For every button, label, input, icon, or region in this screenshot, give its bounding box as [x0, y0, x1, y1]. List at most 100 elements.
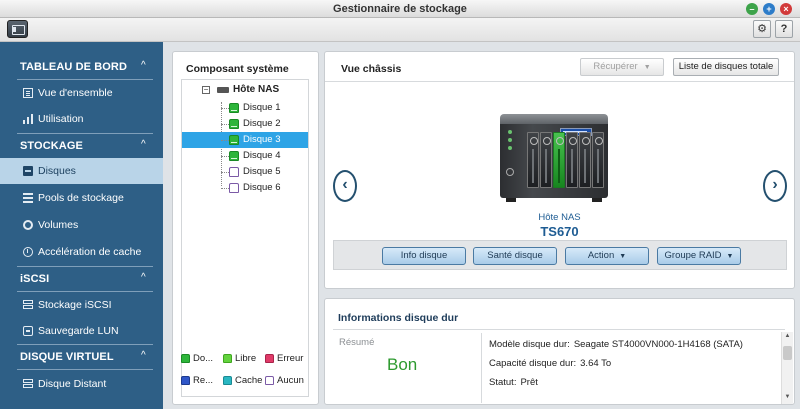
raid-group-dropdown[interactable]: Groupe RAID ▼ — [657, 247, 741, 265]
total-disk-list-button[interactable]: Liste de disques totale — [673, 58, 779, 76]
host-label: Hôte NAS — [538, 212, 581, 223]
settings-gear-icon[interactable]: ⚙ — [753, 20, 771, 38]
divider — [481, 333, 482, 403]
tree-item-label: Disque 4 — [243, 150, 281, 161]
disk-info-panel: Informations disque dur Résumé Bon Modèl… — [324, 298, 795, 405]
sidebar-item-label: Vue d'ensemble — [38, 87, 113, 99]
divider — [333, 329, 785, 330]
legend-label: Libre — [235, 353, 257, 364]
tree-item-label: Disque 1 — [243, 102, 281, 113]
storage-pool-icon — [23, 193, 33, 203]
sidebar-item-volumes[interactable]: Volumes — [0, 212, 163, 238]
legend-rebuild-icon — [181, 376, 190, 385]
disk-ok-icon — [229, 135, 239, 145]
legend-label: Cache — [235, 375, 263, 386]
disk-bay-5[interactable] — [579, 132, 591, 188]
info-row-status: Statut: Prêt — [489, 377, 538, 388]
action-dropdown[interactable]: Action ▼ — [565, 247, 649, 265]
sidebar-item-utilisation[interactable]: Utilisation — [0, 106, 163, 132]
section-title: DISQUE VIRTUEL — [20, 351, 114, 363]
system-component-panel: Composant système − Hôte NAS Disque 1 Di… — [172, 51, 319, 405]
next-arrow-icon[interactable]: › — [763, 170, 787, 202]
chevron-up-icon[interactable]: ^ — [141, 350, 146, 361]
tree-item-label: Disque 5 — [243, 166, 281, 177]
chevron-up-icon[interactable]: ^ — [141, 60, 146, 71]
vertical-scrollbar[interactable]: ▲ ▼ — [781, 332, 793, 404]
chevron-up-icon[interactable]: ^ — [141, 139, 146, 150]
section-title: STOCKAGE — [20, 140, 83, 152]
legend-label: Aucun — [277, 375, 304, 386]
tree-item-label: Disque 3 — [243, 134, 281, 145]
disk-bay-2[interactable] — [540, 132, 552, 188]
recover-dropdown[interactable]: Récupérer ▼ — [580, 58, 664, 76]
minimize-button[interactable]: – — [746, 3, 758, 15]
disk-health-button[interactable]: Santé disque — [473, 247, 557, 265]
disk-empty-icon — [229, 183, 239, 193]
disk-bay-4[interactable] — [566, 132, 578, 188]
sidebar-item-label: Sauvegarde LUN — [38, 325, 119, 337]
scroll-down-icon[interactable]: ▼ — [783, 394, 792, 402]
server-icon — [23, 300, 33, 310]
sidebar-item-stockage-iscsi[interactable]: Stockage iSCSI — [0, 292, 163, 318]
tree-item-disque-6[interactable]: Disque 6 — [182, 180, 308, 196]
disk-ok-icon — [229, 119, 239, 129]
section-iscsi[interactable]: iSCSI ^ — [0, 267, 163, 291]
sidebar-item-label: Disque Distant — [38, 378, 107, 390]
info-key: Capacité disque dur: — [489, 358, 577, 369]
sidebar-item-label: Pools de stockage — [38, 192, 124, 204]
help-button[interactable]: ? — [775, 20, 793, 38]
nas-icon — [217, 87, 229, 93]
sidebar-item-acceleration-cache[interactable]: Accélération de cache — [0, 239, 163, 265]
bar-chart-icon — [23, 114, 33, 124]
summary-label: Résumé — [339, 337, 375, 348]
collapse-toggle-icon[interactable]: − — [202, 86, 210, 94]
section-disque-virtuel[interactable]: DISQUE VIRTUEL ^ — [0, 345, 163, 369]
disk-bay-3[interactable] — [553, 132, 565, 188]
section-stockage[interactable]: STOCKAGE ^ — [0, 134, 163, 158]
tree-item-disque-2[interactable]: Disque 2 — [182, 116, 308, 132]
legend-data-icon — [181, 354, 190, 363]
divider — [17, 369, 153, 370]
tree-item-disque-1[interactable]: Disque 1 — [182, 100, 308, 116]
sidebar-item-sauvegarde-lun[interactable]: Sauvegarde LUN — [0, 318, 163, 344]
sidebar-item-disques[interactable]: Disques — [0, 158, 163, 184]
scroll-thumb[interactable] — [783, 346, 792, 360]
sidebar-item-vue-ensemble[interactable]: Vue d'ensemble — [0, 80, 163, 106]
maximize-button[interactable]: + — [763, 3, 775, 15]
disk-bay-1[interactable] — [527, 132, 539, 188]
tree-item-disque-4[interactable]: Disque 4 — [182, 148, 308, 164]
tree-item-disque-3[interactable]: Disque 3 — [182, 132, 308, 148]
sidebar-item-label: Disques — [38, 165, 76, 177]
power-button-icon — [506, 168, 514, 176]
disk-empty-icon — [229, 167, 239, 177]
component-tree: − Hôte NAS Disque 1 Disque 2 Disque 3 Di… — [181, 79, 309, 397]
tree-item-disque-5[interactable]: Disque 5 — [182, 164, 308, 180]
info-value: Seagate ST4000VN000-1H4168 (SATA) — [573, 339, 743, 350]
info-key: Statut: — [489, 377, 517, 388]
close-button[interactable]: × — [780, 3, 792, 15]
disk-icon — [23, 166, 33, 176]
info-value: 3.64 To — [580, 358, 612, 369]
remote-disk-icon — [23, 379, 33, 389]
disk-ok-icon — [229, 151, 239, 161]
legend-label: Do... — [193, 353, 214, 364]
sidebar-item-pools-de-stockage[interactable]: Pools de stockage — [0, 185, 163, 211]
chassis-view-panel: Vue châssis Récupérer ▼ Liste de disques … — [324, 51, 795, 289]
dropdown-caret-icon: ▼ — [643, 64, 651, 71]
status-legend-row-2: Re... Cache Aucun — [181, 374, 311, 390]
status-legend-row-1: Do... Libre Erreur — [181, 352, 311, 368]
previous-arrow-icon[interactable]: ‹ — [333, 170, 357, 202]
disk-bay-6[interactable] — [592, 132, 604, 188]
disk-ok-icon — [229, 103, 239, 113]
overview-icon — [23, 88, 33, 98]
app-menu-icon[interactable] — [7, 20, 28, 38]
nas-chassis-image — [500, 114, 608, 202]
disk-info-button[interactable]: Info disque — [382, 247, 466, 265]
sidebar-item-disque-distant[interactable]: Disque Distant — [0, 371, 163, 397]
legend-none-icon — [265, 376, 274, 385]
recover-label: Récupérer — [593, 61, 638, 72]
chevron-up-icon[interactable]: ^ — [141, 272, 146, 283]
scroll-up-icon[interactable]: ▲ — [783, 333, 792, 341]
window-title: Gestionnaire de stockage — [333, 3, 467, 15]
section-tableau-de-bord[interactable]: TABLEAU DE BORD ^ — [0, 55, 163, 79]
